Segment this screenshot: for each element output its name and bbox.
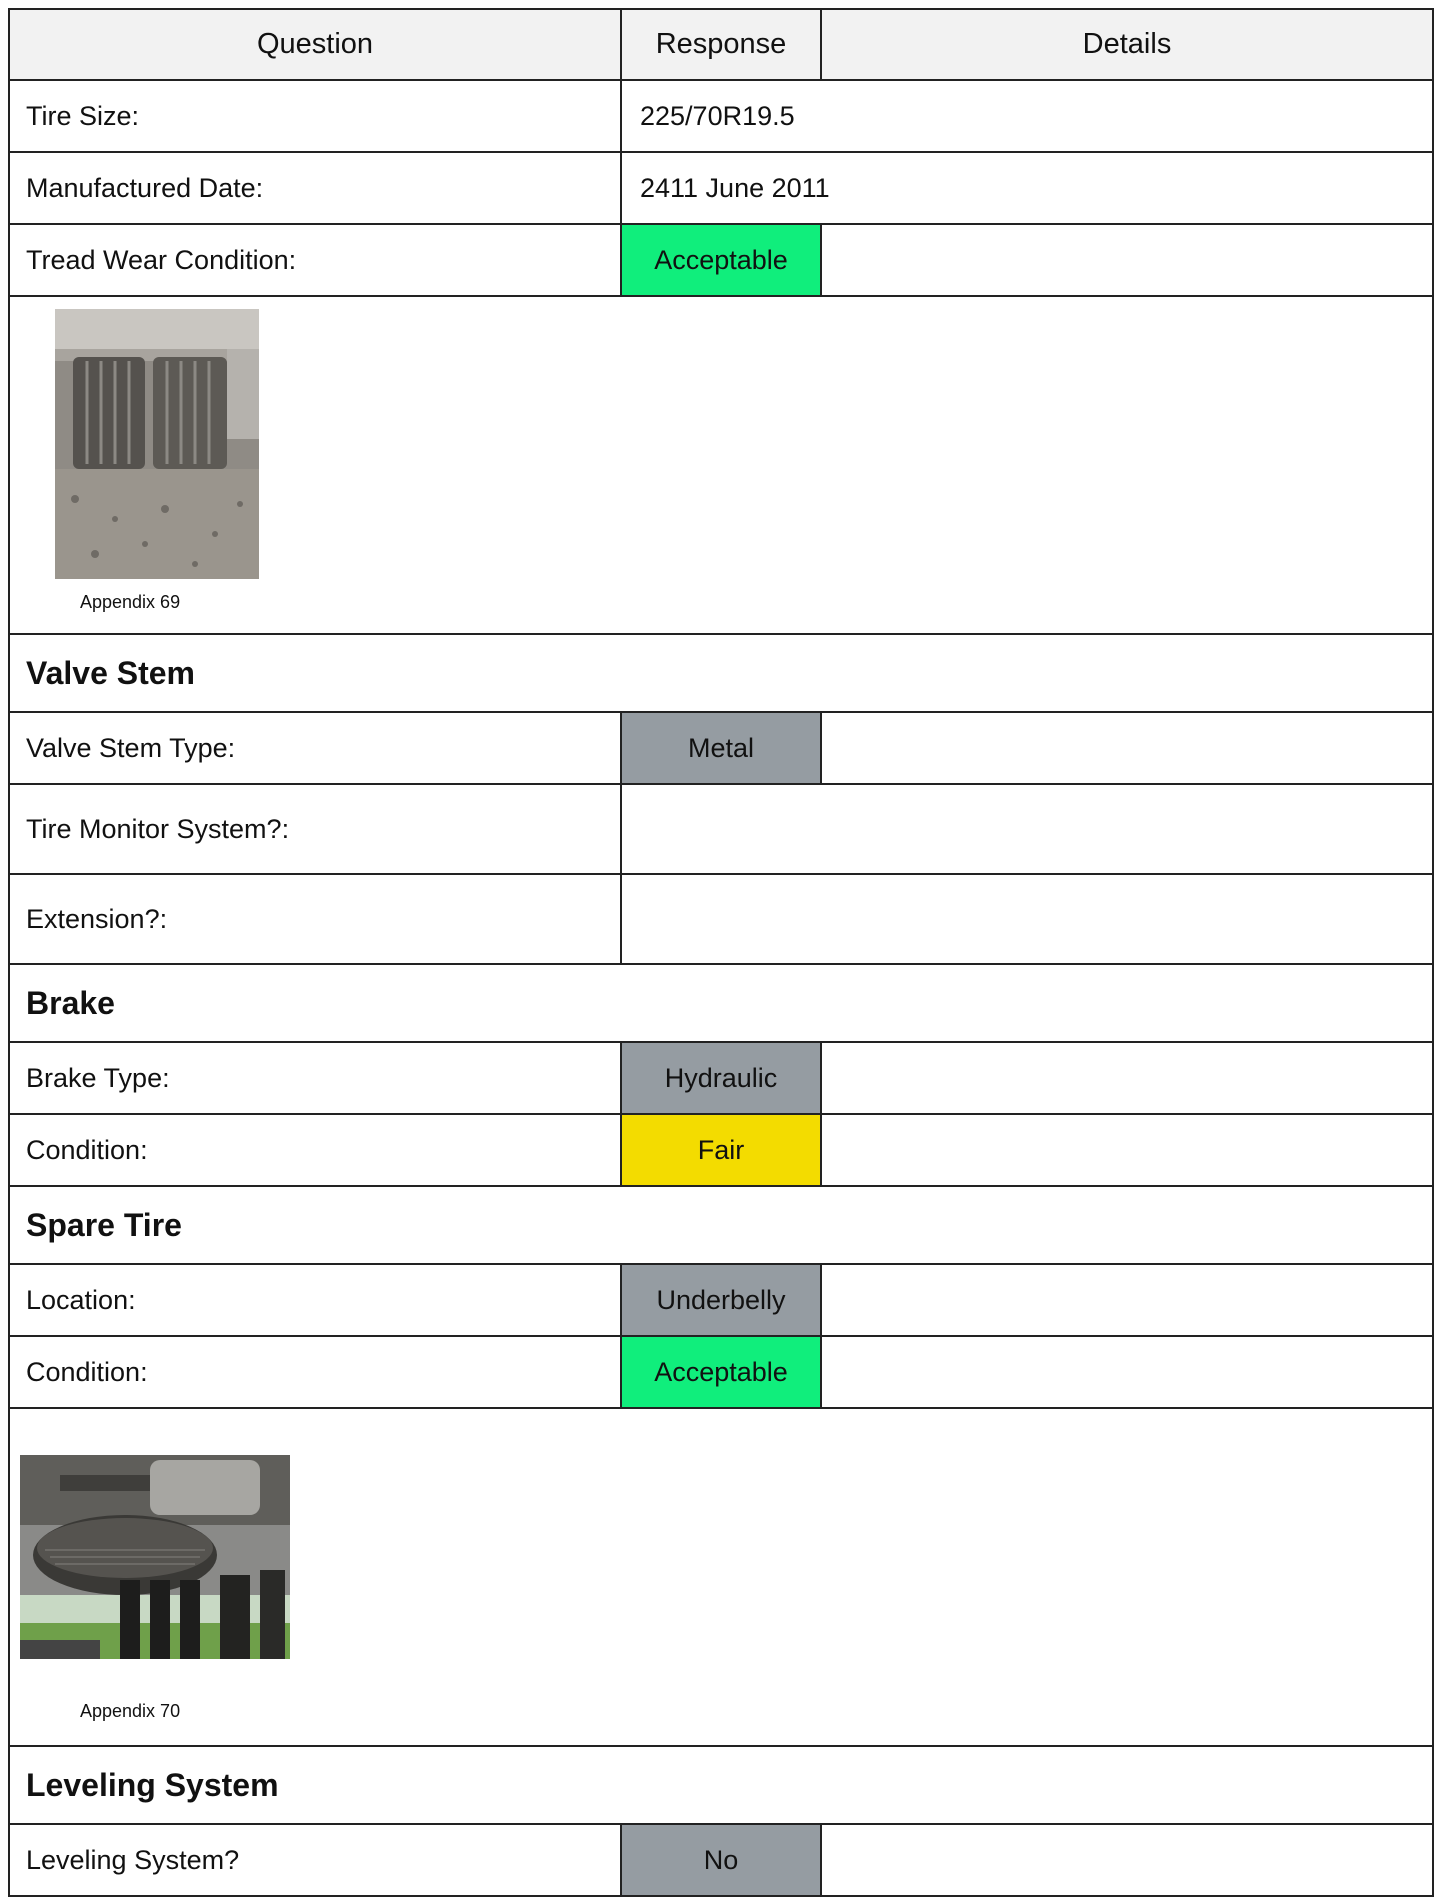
leveling-system-details: [822, 1825, 1432, 1895]
leveling-system-badge: No: [622, 1825, 822, 1895]
table-row: Leveling System? No: [10, 1825, 1432, 1897]
spare-condition-label: Condition:: [10, 1337, 622, 1407]
manufactured-date-label: Manufactured Date:: [10, 153, 622, 223]
brake-condition-details: [822, 1115, 1432, 1185]
tread-wear-details: [822, 225, 1432, 295]
section-title-valve-stem: Valve Stem: [10, 635, 1432, 713]
spare-location-details: [822, 1265, 1432, 1335]
tread-wear-label: Tread Wear Condition:: [10, 225, 622, 295]
table-row: Tread Wear Condition: Acceptable: [10, 225, 1432, 297]
brake-type-badge: Hydraulic: [622, 1043, 822, 1113]
header-question: Question: [10, 10, 622, 79]
leveling-system-label: Leveling System?: [10, 1825, 622, 1895]
table-row: Condition: Acceptable: [10, 1337, 1432, 1409]
inspection-table: Question Response Details Tire Size: 225…: [8, 8, 1434, 1897]
table-header: Question Response Details: [10, 10, 1432, 81]
section-title-leveling-system: Leveling System: [10, 1747, 1432, 1825]
table-row: Extension?:: [10, 875, 1432, 965]
table-row: Tire Monitor System?:: [10, 785, 1432, 875]
extension-label: Extension?:: [10, 875, 622, 963]
tire-tread-photo[interactable]: [55, 309, 259, 579]
valve-stem-type-badge: Metal: [622, 713, 822, 783]
photo-caption: Appendix 70: [80, 1701, 181, 1721]
header-details: Details: [822, 10, 1432, 79]
valve-stem-type-details: [822, 713, 1432, 783]
brake-condition-label: Condition:: [10, 1115, 622, 1185]
spare-condition-details: [822, 1337, 1432, 1407]
spare-location-label: Location:: [10, 1265, 622, 1335]
photo-caption: Appendix 69: [80, 592, 181, 612]
tire-size-value: 225/70R19.5: [640, 100, 795, 131]
table-row: Manufactured Date: 2411 June 2011: [10, 153, 1432, 225]
table-row: Brake Type: Hydraulic: [10, 1043, 1432, 1115]
valve-stem-type-label: Valve Stem Type:: [10, 713, 622, 783]
section-title-brake: Brake: [10, 965, 1432, 1043]
brake-type-label: Brake Type:: [10, 1043, 622, 1113]
brake-condition-badge: Fair: [622, 1115, 822, 1185]
spare-photo-row: Appendix 70: [10, 1409, 1432, 1747]
tire-monitor-value: [622, 785, 1432, 873]
manufactured-date-value: 2411 June 2011: [640, 172, 830, 203]
spare-location-badge: Underbelly: [622, 1265, 822, 1335]
tire-monitor-label: Tire Monitor System?:: [10, 785, 622, 873]
table-row: Tire Size: 225/70R19.5: [10, 81, 1432, 153]
section-title-spare-tire: Spare Tire: [10, 1187, 1432, 1265]
tread-wear-status-badge: Acceptable: [622, 225, 822, 295]
spare-tire-photo[interactable]: [20, 1455, 290, 1659]
header-response: Response: [622, 10, 822, 79]
extension-value: [622, 875, 1432, 963]
brake-type-details: [822, 1043, 1432, 1113]
table-row: Valve Stem Type: Metal: [10, 713, 1432, 785]
spare-condition-badge: Acceptable: [622, 1337, 822, 1407]
tire-photo-row: Appendix 69: [10, 297, 1432, 635]
tire-size-label: Tire Size:: [10, 81, 622, 151]
table-row: Location: Underbelly: [10, 1265, 1432, 1337]
table-row: Condition: Fair: [10, 1115, 1432, 1187]
